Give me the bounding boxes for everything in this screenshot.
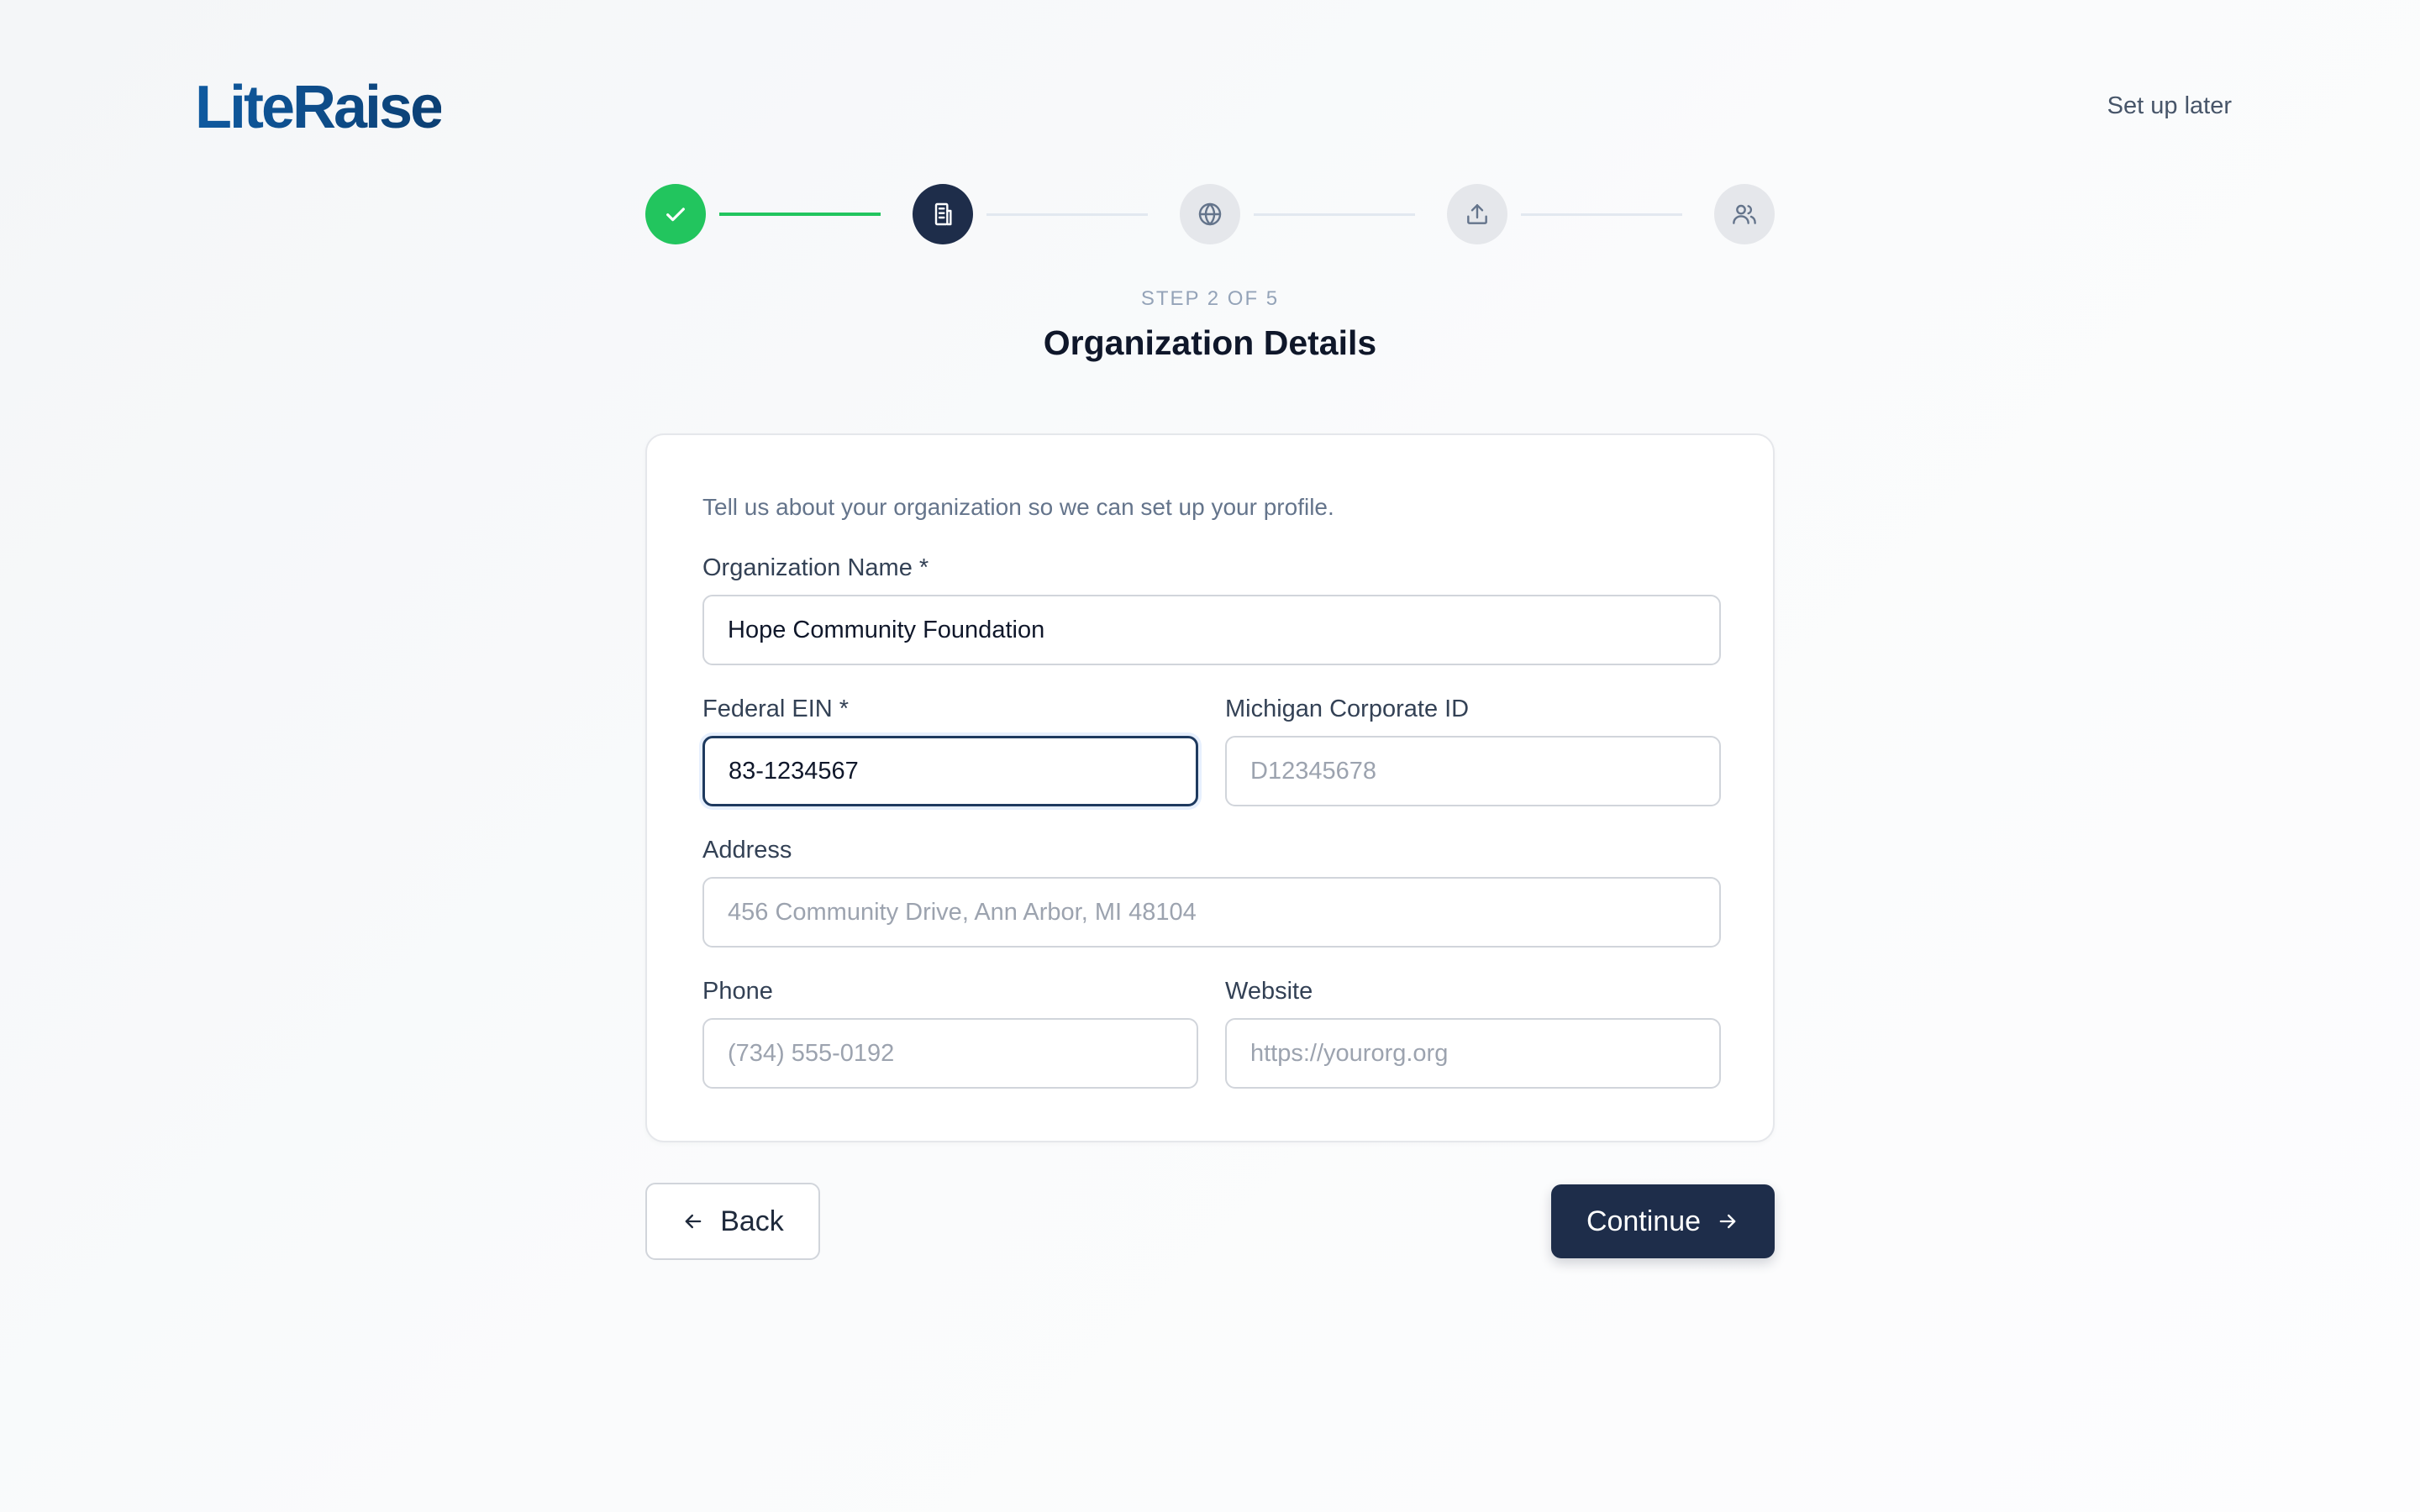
step-4-indicator [1447,184,1507,244]
website-input[interactable] [1225,1018,1721,1089]
page-title: Organization Details [1043,323,1377,362]
onboarding-page: LiteRaise Set up later STEP 2 OF 5 Organ… [0,0,2420,1512]
step-5-indicator [1714,184,1775,244]
globe-icon [1198,202,1222,226]
building-icon [934,202,952,226]
form-intro-text: Tell us about your organization so we ca… [702,494,1334,520]
step-count-label: STEP 2 OF 5 [1140,287,1280,310]
progress-stepper [645,184,1775,244]
website-label: Website [1225,978,1313,1005]
phone-input[interactable] [702,1018,1198,1089]
step-1-indicator [645,184,706,244]
organization-name-input[interactable] [702,595,1721,665]
back-button-label: Back [720,1205,784,1237]
arrow-right-icon [1719,1214,1736,1229]
arrow-left-icon [685,1214,702,1229]
check-icon [666,207,685,222]
step-connector-2 [986,213,1148,216]
phone-label: Phone [702,978,773,1005]
organization-details-card: Tell us about your organization so we ca… [645,433,1775,1142]
michigan-corporate-id-label: Michigan Corporate ID [1225,696,1470,722]
step-connector-4 [1521,213,1682,216]
organization-name-label: Organization Name * [702,554,929,581]
literaise-logo[interactable]: LiteRaise [195,74,444,141]
federal-ein-input[interactable] [702,736,1198,806]
address-input[interactable] [702,877,1721,948]
set-up-later-link[interactable]: Set up later [2107,89,2232,123]
continue-button-label: Continue [1586,1205,1702,1237]
continue-button[interactable]: Continue [1551,1184,1775,1258]
step-3-indicator [1180,184,1240,244]
users-icon [1733,204,1756,224]
federal-ein-label: Federal EIN * [702,696,850,722]
step-connector-3 [1254,213,1415,216]
upload-icon [1467,204,1487,224]
step-connector-1 [719,213,881,216]
back-button[interactable]: Back [645,1183,820,1260]
step-2-indicator [913,184,973,244]
michigan-corporate-id-input[interactable] [1225,736,1721,806]
address-label: Address [702,837,792,864]
